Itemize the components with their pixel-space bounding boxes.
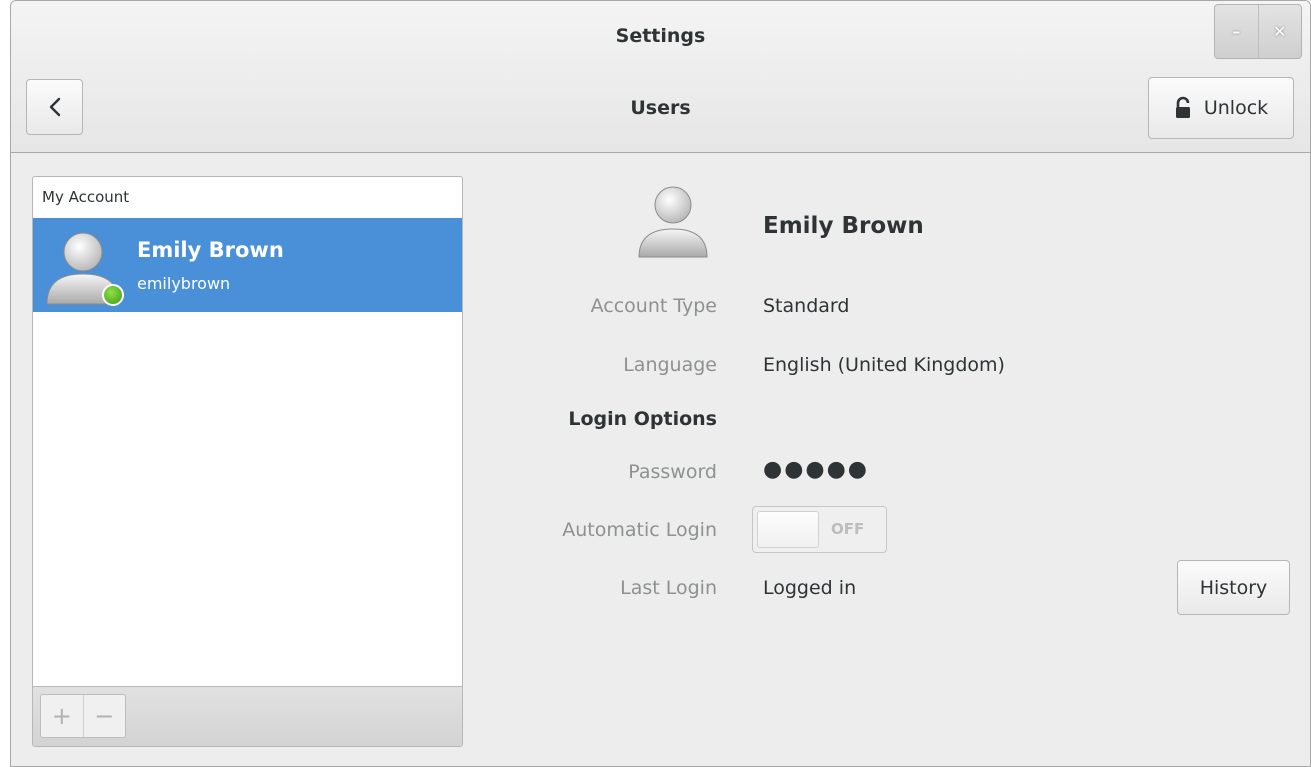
add-remove-group: + − xyxy=(40,694,126,738)
list-toolbar: + − xyxy=(33,686,462,746)
user-row-login: emilybrown xyxy=(137,274,231,293)
user-list: My Account Emily Brown emilybrown + − xyxy=(32,176,463,747)
password-label: Password xyxy=(628,461,717,483)
automatic-login-switch[interactable]: OFF xyxy=(752,506,887,553)
last-login-label: Last Login xyxy=(620,577,717,599)
minimize-button[interactable]: – xyxy=(1215,5,1258,58)
user-row-name: Emily Brown xyxy=(137,238,284,262)
account-avatar-icon[interactable] xyxy=(635,181,711,261)
language-value[interactable]: English (United Kingdom) xyxy=(763,354,1005,376)
unlock-label: Unlock xyxy=(1203,97,1269,119)
login-options-heading: Login Options xyxy=(568,408,717,430)
add-user-button[interactable]: + xyxy=(41,695,83,737)
settings-window: Settings – ✕ Users Unlock My Account Emi… xyxy=(10,0,1311,767)
remove-user-button[interactable]: − xyxy=(82,695,126,737)
header-bar: Settings – ✕ Users Unlock xyxy=(11,1,1310,153)
language-label: Language xyxy=(623,354,717,376)
switch-knob xyxy=(757,511,819,548)
page-title: Users xyxy=(630,97,691,119)
padlock-icon xyxy=(1175,96,1190,118)
window-controls: – ✕ xyxy=(1214,4,1302,59)
account-type-label: Account Type xyxy=(590,295,717,317)
window-title: Settings xyxy=(615,25,706,47)
switch-state: OFF xyxy=(831,520,865,538)
user-row-emily-brown[interactable]: Emily Brown emilybrown xyxy=(33,218,462,312)
last-login-value: Logged in xyxy=(763,577,857,599)
automatic-login-label: Automatic Login xyxy=(562,519,717,541)
unlock-button[interactable]: Unlock xyxy=(1148,77,1294,139)
account-name[interactable]: Emily Brown xyxy=(763,213,924,239)
list-heading: My Account xyxy=(42,188,130,206)
history-button[interactable]: History xyxy=(1177,560,1290,615)
account-type-value[interactable]: Standard xyxy=(763,295,849,317)
online-status-icon xyxy=(102,284,124,306)
close-button[interactable]: ✕ xyxy=(1257,5,1302,58)
password-value[interactable]: ●●●●● xyxy=(763,457,869,482)
